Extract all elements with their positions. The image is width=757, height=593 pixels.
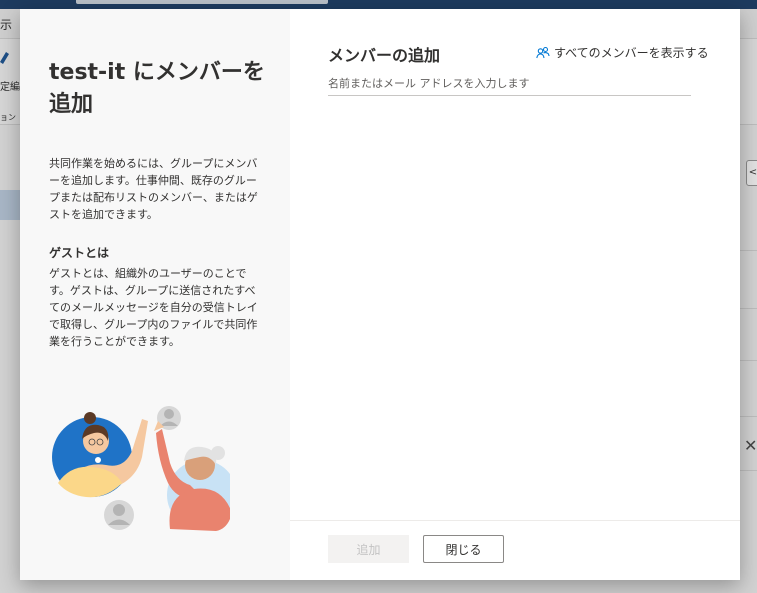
people-illustration [52,406,230,531]
member-search-input[interactable] [328,72,691,96]
divider [740,416,757,417]
info-pane: test-it にメンバーを追加 共同作業を始めるには、グループにメンバーを追加… [20,9,290,580]
show-all-members-label: すべてのメンバーを表示する [554,46,709,60]
add-members-heading: メンバーの追加 [328,46,441,65]
intro-text: 共同作業を始めるには、グループにメンバーを追加します。仕事仲間、既存のグループま… [49,157,258,221]
show-all-members-link[interactable]: すべてのメンバーを表示する [536,44,709,61]
app-search-box [76,0,328,4]
edit-icon [0,52,9,64]
dialog-title: test-it にメンバーを追加 [49,60,265,117]
close-button[interactable]: 閉じる [423,535,504,563]
app-top-bar [0,0,757,9]
divider [740,470,757,471]
divider [740,360,757,361]
dialog-footer: 追加 閉じる [290,520,740,580]
close-icon: ✕ [744,436,757,455]
add-members-dialog: test-it にメンバーを追加 共同作業を始めるには、グループにメンバーを追加… [20,9,740,580]
people-icon [536,46,550,58]
collapse-button: < [746,160,757,186]
divider [740,308,757,309]
guest-heading: ゲストとは [49,246,110,260]
members-pane: メンバーの追加 すべてのメンバーを表示する 追加 閉じる [290,9,740,580]
ribbon-group-label: ョン [0,113,16,122]
divider [740,250,757,251]
menu-item-display: 示 [0,18,13,32]
guest-description: ゲストとは、組織外のユーザーのことです。ゲストは、グループに送信されたすべてのメ… [49,267,258,348]
sidebar-selected-item [0,190,20,220]
add-button[interactable]: 追加 [328,535,409,563]
